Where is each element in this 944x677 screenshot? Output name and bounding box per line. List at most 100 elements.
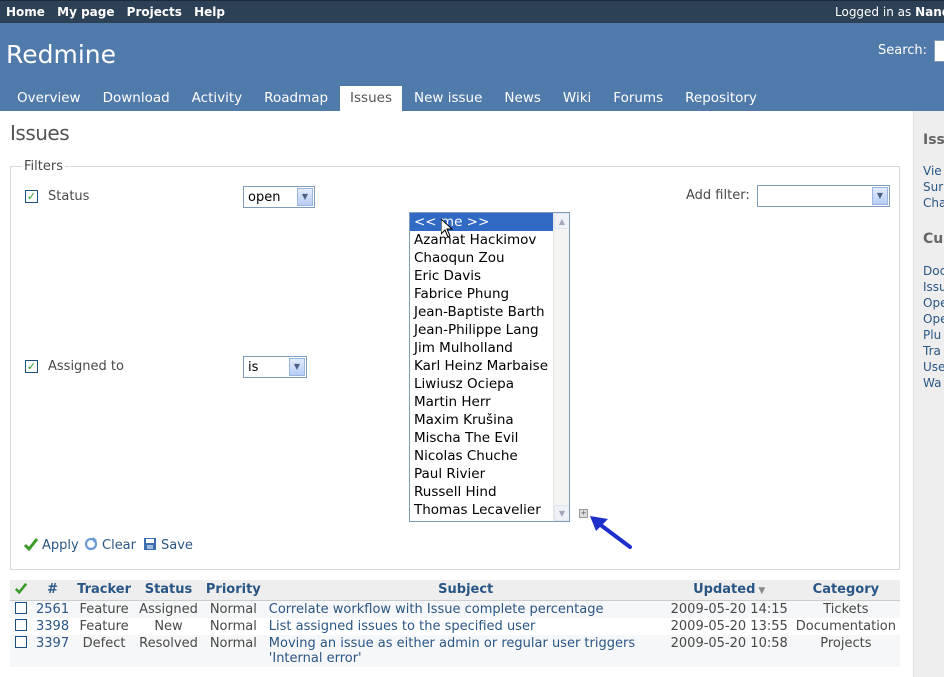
sidebar-link[interactable]: Use [923, 360, 944, 374]
assignee-option[interactable]: Jean-Baptiste Barth [410, 303, 553, 321]
issue-tracker: Feature [73, 600, 136, 618]
row-checkbox[interactable] [15, 635, 27, 648]
clear-button[interactable]: Clear [84, 537, 136, 553]
tab-forums[interactable]: Forums [603, 86, 673, 111]
assignee-option[interactable]: Karl Heinz Marbaise [410, 357, 553, 375]
issue-subject-cell: Moving an issue as either admin or regul… [264, 634, 667, 667]
tab-news[interactable]: News [494, 86, 550, 111]
sidebar-link[interactable]: Cha [923, 196, 944, 210]
top-menu-links: Home My page Projects Help [6, 5, 233, 19]
save-icon [144, 538, 156, 550]
sidebar-link[interactable]: Vie [923, 164, 942, 178]
table-row[interactable]: 3397 Defect Resolved Normal Moving an issue … [10, 634, 900, 667]
sidebar-link[interactable]: Tra [923, 344, 941, 358]
tab-wiki[interactable]: Wiki [553, 86, 601, 111]
tab-repository[interactable]: Repository [675, 86, 767, 111]
issue-priority: Normal [201, 600, 265, 618]
column-subject[interactable]: Subject [264, 580, 667, 601]
tab-roadmap[interactable]: Roadmap [254, 86, 338, 111]
annotation-arrow-icon [590, 516, 632, 549]
assignee-option[interactable]: Liwiusz Ociepa [410, 375, 553, 393]
top-link-my-page[interactable]: My page [57, 5, 114, 19]
scroll-up-icon[interactable]: ▲ [554, 213, 569, 229]
column-id[interactable]: # [32, 580, 74, 601]
assignee-option[interactable]: Thomas Lecavelier [410, 501, 553, 519]
sidebar-link[interactable]: Ope [923, 296, 944, 310]
page-title: Issues [10, 121, 70, 145]
checkmark-icon[interactable] [14, 582, 28, 594]
assignee-option[interactable]: Mischa The Evil [410, 429, 553, 447]
assignee-listbox[interactable]: << me >> Azamat Hackimov Chaoqun Zou Eric D… [409, 212, 570, 522]
row-checkbox[interactable] [15, 618, 27, 631]
assignee-option[interactable]: Chaoqun Zou [410, 249, 553, 267]
add-filter-select[interactable]: ▼ [757, 185, 890, 207]
assignee-option[interactable]: Jean-Philippe Lang [410, 321, 553, 339]
status-filter-checkbox[interactable]: ✓ [25, 190, 38, 203]
assignee-option[interactable]: Martin Herr [410, 393, 553, 411]
table-row[interactable]: 3398 Feature New Normal List assigned issues… [10, 617, 900, 635]
sidebar-link[interactable]: Wa [923, 376, 941, 390]
issue-updated: 2009-05-20 13:55 [666, 617, 792, 635]
sidebar-link[interactable]: Issu [923, 280, 944, 294]
content: Issues Filters ✓ Status open ▼ Add filte… [0, 111, 913, 677]
assignee-option[interactable]: Azamat Hackimov [410, 231, 553, 249]
chevron-down-icon[interactable]: ▼ [297, 188, 313, 206]
tab-issues[interactable]: Issues [340, 86, 402, 111]
issue-id-link[interactable]: 2561 [36, 602, 69, 617]
checkmark-icon [24, 538, 38, 551]
issue-id-link[interactable]: 3398 [36, 619, 69, 634]
sidebar-link[interactable]: Ope [923, 312, 944, 326]
tab-new-issue[interactable]: New issue [404, 86, 492, 111]
issue-subject-link[interactable]: Correlate workflow with Issue complete p… [269, 602, 604, 617]
save-button[interactable]: Save [143, 537, 193, 553]
sidebar-link[interactable]: Plu [923, 328, 941, 342]
top-link-home[interactable]: Home [6, 5, 45, 19]
toggle-all-header[interactable] [10, 580, 32, 601]
issues-table: # Tracker Status Priority Subject Update… [10, 580, 900, 667]
sidebar-link[interactable]: Sur [923, 180, 943, 194]
sidebar-link[interactable]: Doc [923, 264, 944, 278]
assignee-option[interactable]: Maxim Krušina [410, 411, 553, 429]
chevron-down-icon[interactable]: ▼ [872, 187, 888, 205]
logged-in-user[interactable]: Nand [915, 5, 944, 19]
top-link-projects[interactable]: Projects [127, 5, 182, 19]
assignee-option[interactable]: Eric Davis [410, 267, 553, 285]
assignee-option[interactable]: Jim Mulholland [410, 339, 553, 357]
column-updated[interactable]: Updated ▼ [666, 580, 792, 601]
assignee-option[interactable]: Fabrice Phung [410, 285, 553, 303]
assignee-option[interactable]: Russell Hind [410, 483, 553, 501]
issue-category: Tickets [791, 600, 900, 618]
issue-subject-link[interactable]: List assigned issues to the specified us… [269, 619, 536, 634]
filters-legend[interactable]: Filters [22, 159, 65, 174]
column-priority[interactable]: Priority [201, 580, 265, 601]
assigned-operator-select[interactable]: is ▼ [243, 356, 307, 378]
issue-status: Assigned [135, 600, 202, 618]
table-row[interactable]: 2561 Feature Assigned Normal Correlate workf… [10, 600, 900, 618]
issue-category: Documentation [791, 617, 900, 635]
assignee-option[interactable]: << me >> [410, 213, 553, 231]
chevron-down-icon[interactable]: ▼ [289, 358, 305, 376]
status-operator-value: open [248, 190, 281, 205]
scroll-down-icon[interactable]: ▼ [554, 505, 569, 521]
assigned-filter-checkbox[interactable]: ✓ [25, 360, 38, 373]
tab-activity[interactable]: Activity [182, 86, 253, 111]
column-category[interactable]: Category [791, 580, 900, 601]
row-checkbox[interactable] [15, 601, 27, 614]
top-link-help[interactable]: Help [194, 5, 225, 19]
toggle-multiselect-icon[interactable]: + [579, 509, 588, 518]
listbox-scrollbar[interactable]: ▲ ▼ [553, 213, 569, 521]
issue-subject-link[interactable]: Moving an issue as either admin or regul… [269, 636, 635, 666]
search-input[interactable] [934, 40, 944, 62]
column-status[interactable]: Status [135, 580, 202, 601]
assigned-filter-label: Assigned to [48, 359, 124, 374]
tab-overview[interactable]: Overview [7, 86, 91, 111]
apply-button[interactable]: Apply [24, 537, 79, 553]
sidebar-heading-custom-queries: Cus [923, 231, 944, 247]
tab-download[interactable]: Download [93, 86, 180, 111]
issue-subject-cell: Correlate workflow with Issue complete p… [264, 600, 667, 618]
status-operator-select[interactable]: open ▼ [243, 186, 315, 208]
assignee-option[interactable]: Nicolas Chuche [410, 447, 553, 465]
issue-id-link[interactable]: 3397 [36, 636, 69, 651]
assignee-option[interactable]: Paul Rivier [410, 465, 553, 483]
column-tracker[interactable]: Tracker [73, 580, 136, 601]
